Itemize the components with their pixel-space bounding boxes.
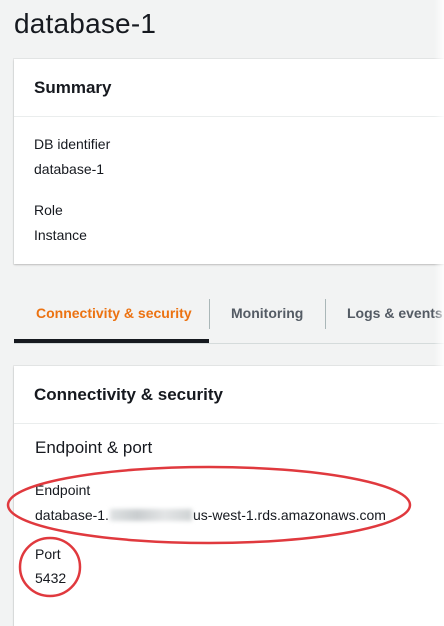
- db-identifier-value: database-1: [34, 161, 105, 177]
- endpoint-value[interactable]: database-1. us-west-1.rds.amazonaws.com: [35, 507, 386, 523]
- db-identifier-label: DB identifier: [34, 136, 111, 152]
- tab-monitoring[interactable]: Monitoring: [231, 283, 303, 343]
- summary-panel: Summary DB identifier database-1 Role In…: [14, 59, 444, 264]
- connectivity-header: Connectivity & security: [14, 366, 444, 424]
- active-tab-indicator: [14, 339, 209, 343]
- role-value: Instance: [34, 227, 87, 243]
- tab-logs-events[interactable]: Logs & events: [347, 283, 443, 343]
- page-title: database-1: [14, 8, 157, 39]
- torn-edge: [434, 0, 444, 616]
- endpoint-prefix: database-1.: [35, 507, 109, 523]
- endpoint-label: Endpoint: [35, 482, 91, 498]
- summary-header: Summary: [14, 59, 444, 117]
- role-label: Role: [34, 202, 63, 218]
- tab-divider: [209, 299, 210, 329]
- tab-connectivity-security[interactable]: Connectivity & security: [36, 283, 192, 343]
- tab-divider: [325, 299, 326, 329]
- redacted-text: [109, 509, 192, 521]
- endpoint-port-title: Endpoint & port: [35, 438, 153, 457]
- port-label: Port: [35, 546, 61, 562]
- endpoint-suffix: us-west-1.rds.amazonaws.com: [192, 507, 386, 523]
- port-value: 5432: [35, 570, 67, 586]
